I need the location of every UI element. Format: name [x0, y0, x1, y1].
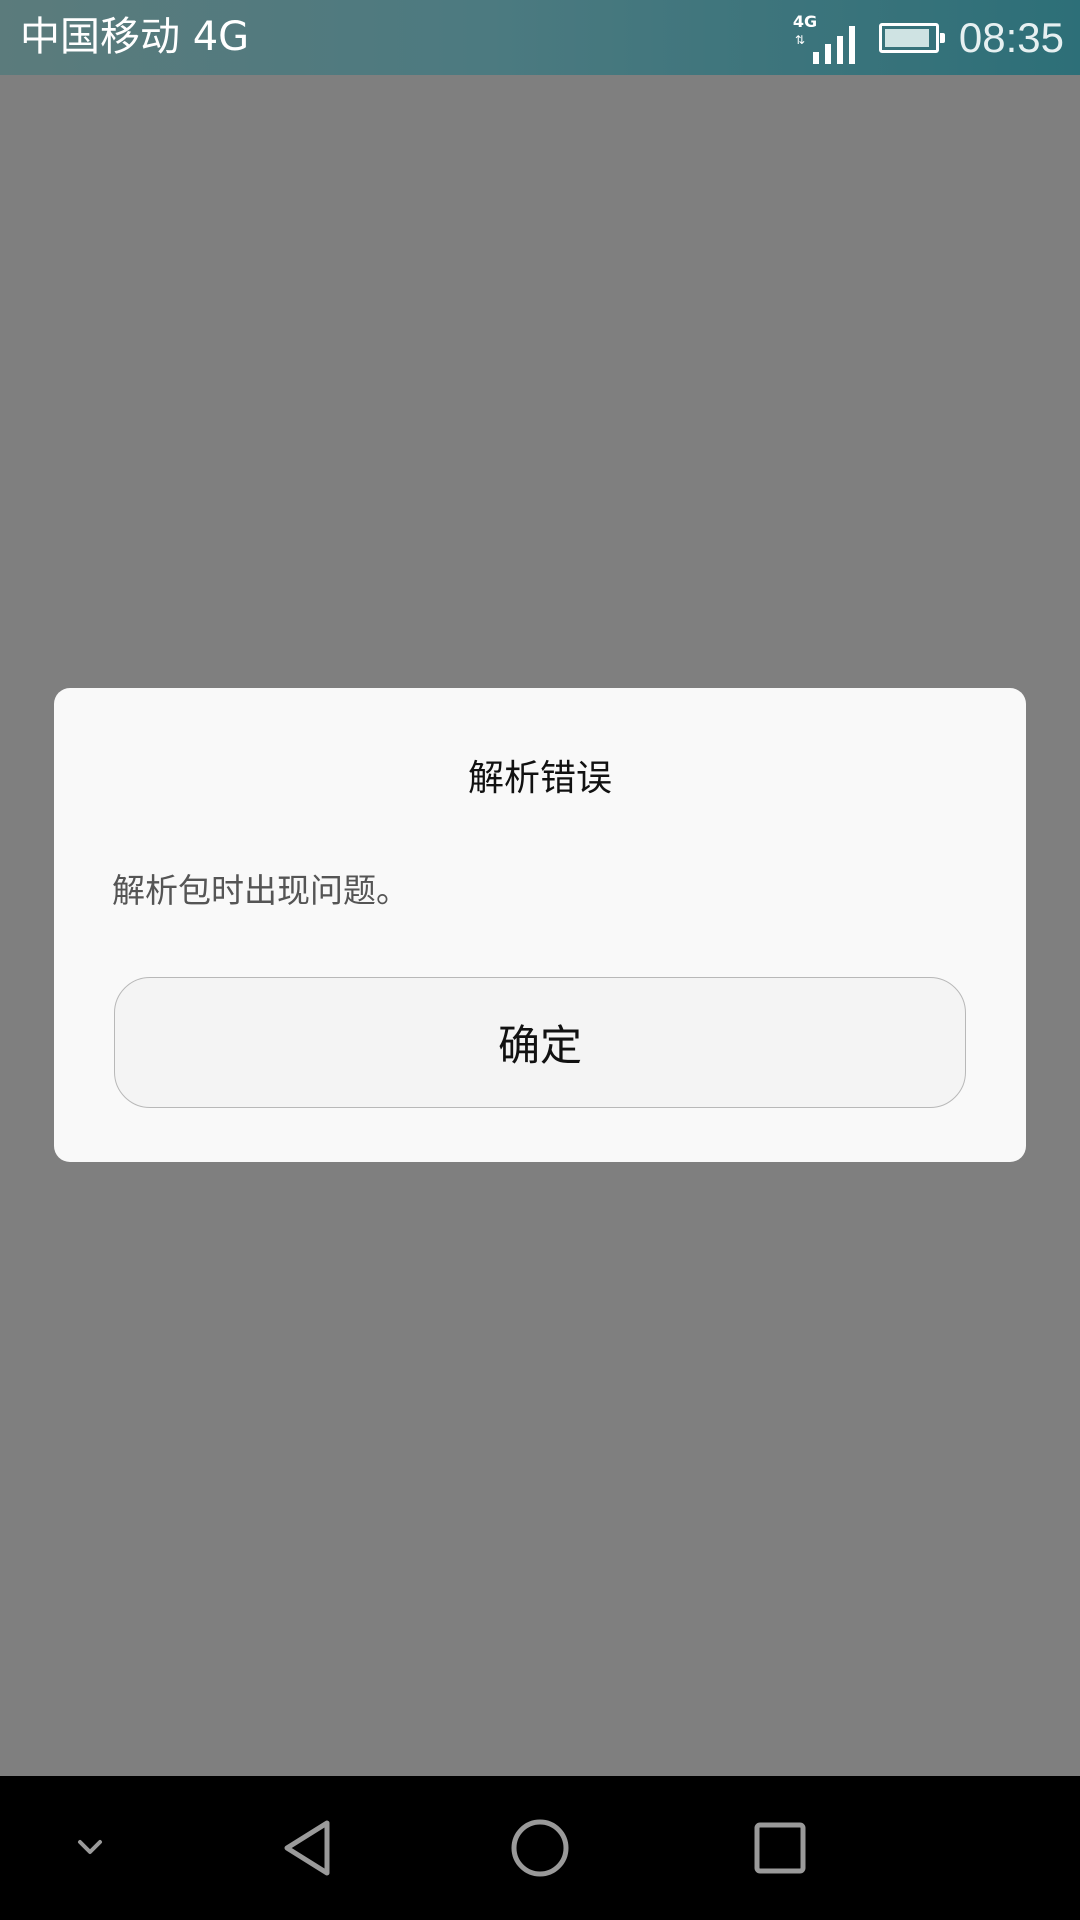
- battery-icon: [878, 22, 945, 53]
- signal-bar-2: [824, 43, 831, 64]
- home-icon: [511, 1819, 569, 1877]
- network-type-label: 4G: [792, 11, 818, 31]
- dialog-title: 解析错误: [467, 758, 612, 799]
- battery-level: [884, 28, 929, 47]
- battery-tip: [939, 32, 945, 43]
- carrier-label: 中国移动 4G: [20, 14, 250, 60]
- recents-icon: [754, 1822, 806, 1874]
- screen: 中国移动 4G 4G ⇅ 08:35 解析错误 解析包时出现问题。 确定: [0, 0, 1080, 1920]
- signal-bar-4: [848, 25, 855, 64]
- nav-recents-button[interactable]: [730, 1776, 830, 1920]
- nav-hide-button[interactable]: [50, 1776, 130, 1920]
- data-arrows-icon: ⇅: [794, 32, 805, 47]
- navigation-bar: [0, 1776, 1080, 1920]
- clock: 08:35: [958, 14, 1064, 61]
- signal-icon: 4G ⇅: [793, 8, 855, 68]
- parse-error-dialog: 解析错误 解析包时出现问题。 确定: [54, 688, 1026, 1162]
- signal-bar-3: [836, 35, 843, 64]
- dialog-message: 解析包时出现问题。: [112, 871, 409, 910]
- nav-home-button[interactable]: [490, 1776, 590, 1920]
- status-bar: 中国移动 4G 4G ⇅ 08:35: [0, 0, 1080, 75]
- status-icons: 4G ⇅ 08:35: [793, 0, 1064, 75]
- signal-bar-1: [812, 51, 819, 64]
- confirm-button[interactable]: 确定: [114, 977, 966, 1108]
- back-icon: [284, 1820, 330, 1876]
- nav-back-button[interactable]: [260, 1776, 360, 1920]
- chevron-down-icon: [78, 1840, 102, 1854]
